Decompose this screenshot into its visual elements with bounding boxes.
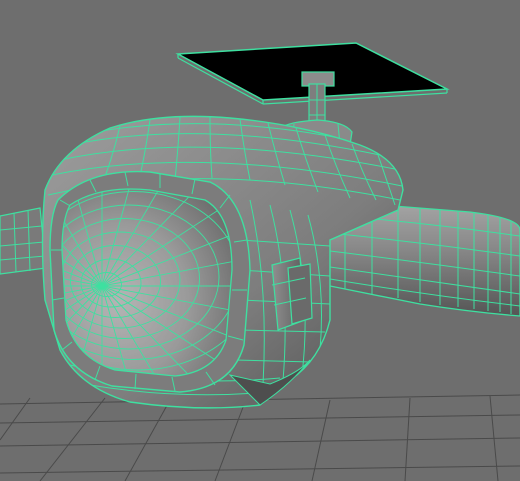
viewport-canvas[interactable] [0, 0, 520, 481]
left-arm[interactable] [0, 207, 47, 275]
lens-pole [99, 283, 105, 289]
side-bracket[interactable] [271, 257, 313, 331]
3d-viewport[interactable] [0, 0, 520, 481]
